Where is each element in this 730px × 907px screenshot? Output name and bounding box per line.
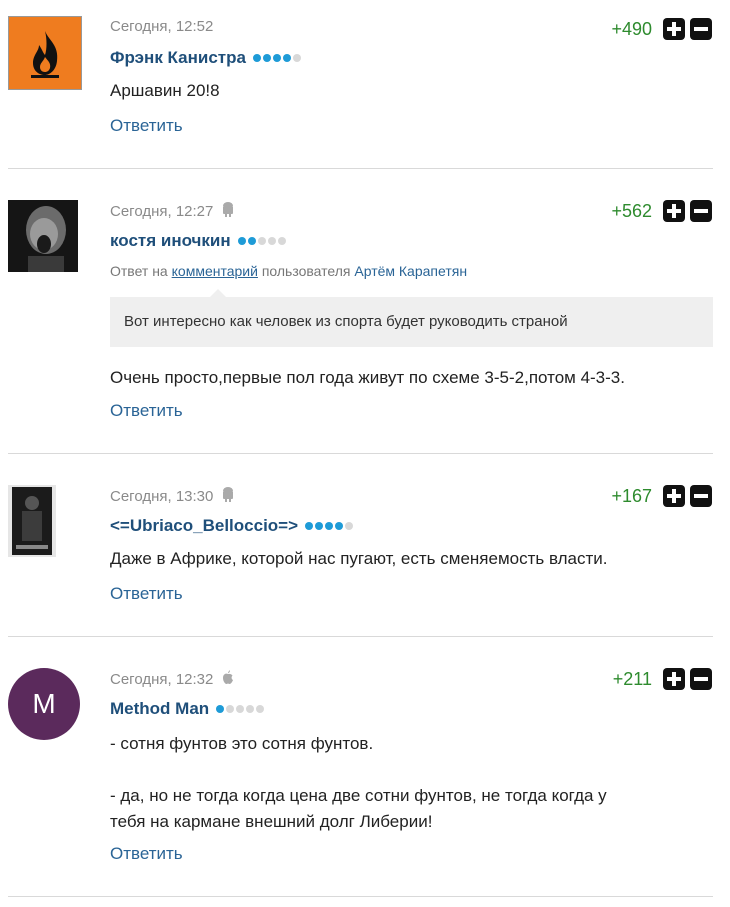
author-name[interactable]: Method Man — [110, 699, 209, 719]
rank-dot — [282, 54, 291, 62]
fire-icon — [9, 17, 81, 89]
upvote-button[interactable] — [663, 18, 685, 40]
upvote-button[interactable] — [663, 668, 685, 690]
comment-time: Сегодня, 12:52 — [110, 18, 214, 35]
reply-link[interactable]: Ответить — [110, 116, 183, 136]
rank-dot — [267, 237, 276, 245]
comment-meta: Сегодня, 12:32 — [110, 669, 235, 689]
comment-1: Сегодня, 12:52 +490 Фрэнк Канистра Аршав… — [0, 0, 730, 170]
author-name[interactable]: Фрэнк Канистра — [110, 48, 246, 68]
divider — [8, 896, 713, 897]
rank-dots — [305, 522, 354, 530]
comment-text: - сотня фунтов это сотня фунтов. - да, н… — [110, 731, 607, 835]
rating-score: +562 — [611, 200, 652, 221]
comment-4: M Сегодня, 12:32 +211 Method Man - сотня… — [0, 638, 730, 900]
reply-to-middle: пользователя — [261, 263, 351, 279]
divider — [8, 636, 713, 637]
rank-dot — [247, 237, 256, 245]
comment-text: Даже в Африке, которой нас пугают, есть … — [110, 549, 608, 568]
downvote-button[interactable] — [690, 200, 712, 222]
rating: +562 — [611, 200, 712, 222]
rank-dots — [252, 54, 301, 62]
rank-dot — [292, 54, 301, 62]
reply-link[interactable]: Ответить — [110, 401, 183, 421]
quoted-comment: Вот интересно как человек из спорта буде… — [110, 289, 713, 347]
avatar-letter: M — [32, 688, 56, 719]
rating-score: +490 — [611, 18, 652, 39]
author-name[interactable]: <=Ubriaco_Belloccio=> — [110, 516, 298, 536]
rank-dot — [345, 522, 354, 530]
avatar[interactable] — [8, 16, 82, 90]
rating-score: +167 — [611, 485, 652, 506]
comment-author[interactable]: костя иночкин — [110, 231, 286, 251]
avatar-photo — [8, 200, 78, 272]
comment-text-line: тебя на кармане внешний долг Либерии! — [110, 812, 433, 831]
rank-dot — [315, 522, 324, 530]
downvote-button[interactable] — [690, 668, 712, 690]
rank-dot — [246, 705, 255, 713]
reply-to-info: Ответ на комментарий пользователя Артём … — [110, 263, 467, 279]
reply-link[interactable]: Ответить — [110, 844, 183, 864]
rank-dot — [252, 54, 261, 62]
avatar[interactable] — [8, 200, 78, 272]
rank-dot — [256, 705, 265, 713]
rating-score: +211 — [612, 668, 652, 689]
avatar[interactable]: M — [8, 668, 80, 740]
comment-text: Аршавин 20!8 — [110, 81, 220, 100]
rank-dot — [216, 705, 225, 713]
rank-dot — [226, 705, 235, 713]
upvote-button[interactable] — [663, 200, 685, 222]
comment-2: Сегодня, 12:27 +562 костя иночкин Ответ … — [0, 170, 730, 455]
rank-dot — [262, 54, 271, 62]
downvote-button[interactable] — [690, 485, 712, 507]
comment-text-line: - сотня фунтов это сотня фунтов. — [110, 734, 374, 753]
avatar-photo — [8, 485, 56, 557]
rank-dot — [237, 237, 246, 245]
comment-meta: Сегодня, 13:30 — [110, 486, 235, 506]
rank-dot — [277, 237, 286, 245]
upvote-button[interactable] — [663, 485, 685, 507]
rank-dots — [237, 237, 286, 245]
android-icon — [221, 201, 235, 221]
rating: +490 — [611, 18, 712, 40]
rank-dots — [216, 705, 265, 713]
comment-time: Сегодня, 13:30 — [110, 487, 214, 505]
comment-meta: Сегодня, 12:27 — [110, 201, 235, 221]
rank-dot — [236, 705, 245, 713]
rating: +211 — [613, 668, 712, 690]
android-icon — [221, 486, 235, 506]
apple-icon — [221, 669, 235, 689]
reply-link[interactable]: Ответить — [110, 584, 183, 604]
reply-to-comment-link[interactable]: комментарий — [172, 263, 258, 279]
reply-to-prefix: Ответ на — [110, 263, 168, 279]
comment-text-line — [110, 757, 607, 783]
comment-text: Очень просто,первые пол года живут по сх… — [110, 368, 625, 387]
author-name[interactable]: костя иночкин — [110, 231, 231, 251]
rank-dot — [257, 237, 266, 245]
comment-time: Сегодня, 12:27 — [110, 202, 214, 220]
comment-time: Сегодня, 12:32 — [110, 670, 214, 688]
rank-dot — [272, 54, 281, 62]
divider — [8, 453, 713, 454]
divider — [8, 168, 713, 169]
avatar[interactable] — [8, 485, 56, 557]
comment-text-line: - да, но не тогда когда цена две сотни ф… — [110, 786, 607, 805]
rank-dot — [325, 522, 334, 530]
comment-meta: Сегодня, 12:52 — [110, 18, 213, 35]
rank-dot — [335, 522, 344, 530]
comment-author[interactable]: Method Man — [110, 699, 265, 719]
comment-author[interactable]: <=Ubriaco_Belloccio=> — [110, 516, 354, 536]
rating: +167 — [611, 485, 712, 507]
rank-dot — [305, 522, 314, 530]
comment-3: Сегодня, 13:30 +167 <=Ubriaco_Belloccio=… — [0, 455, 730, 638]
comment-author[interactable]: Фрэнк Канистра — [110, 48, 301, 68]
reply-to-user[interactable]: Артём Карапетян — [354, 263, 467, 279]
downvote-button[interactable] — [690, 18, 712, 40]
